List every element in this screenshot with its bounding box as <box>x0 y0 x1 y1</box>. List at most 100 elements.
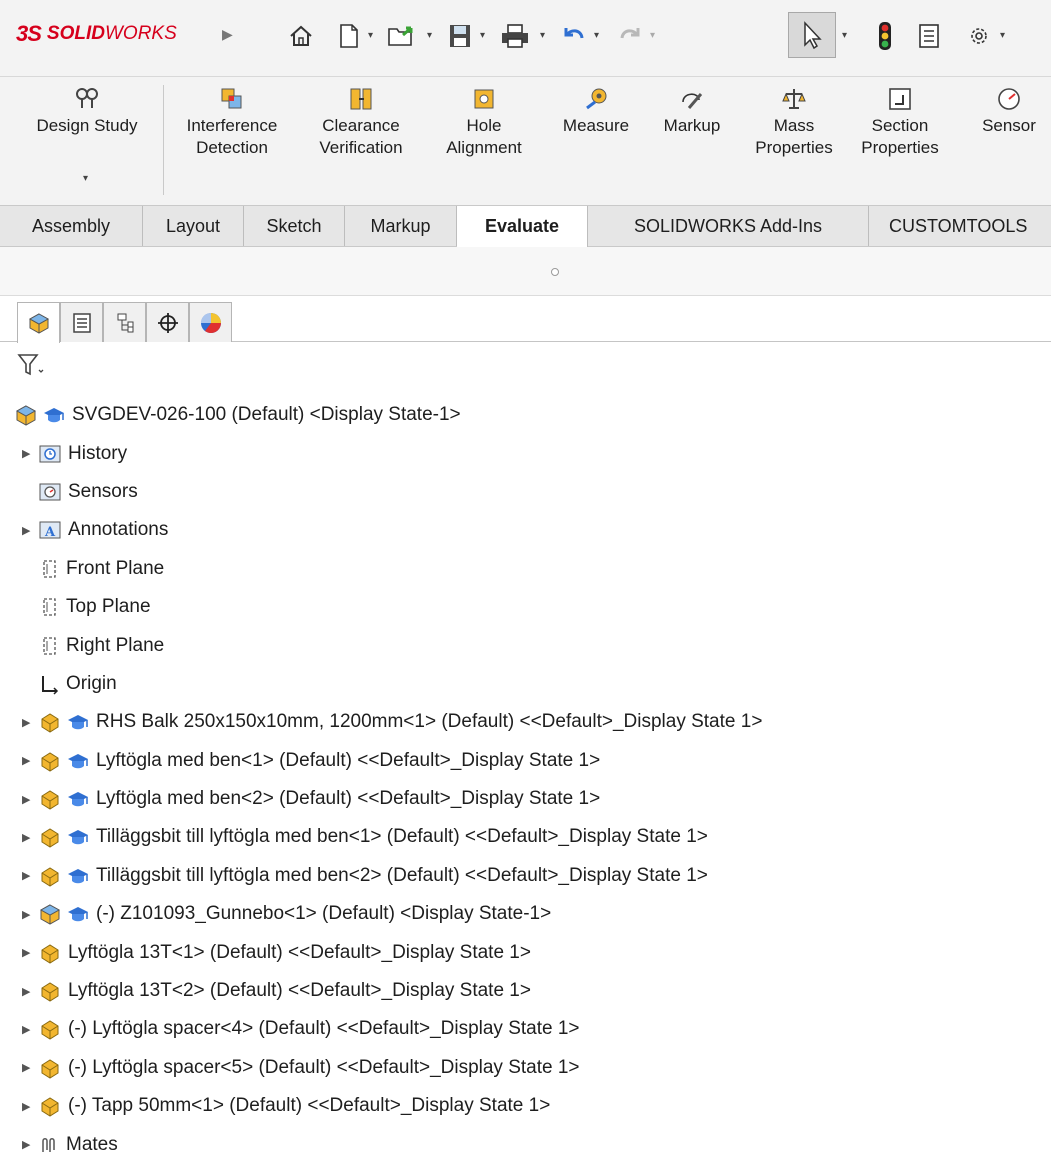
rebuild-traffic-light-icon[interactable] <box>874 16 896 56</box>
tree-item-sensors[interactable]: Sensors <box>0 473 1051 511</box>
splitter-handle-icon[interactable] <box>551 268 559 276</box>
markup-pen-icon <box>646 83 738 115</box>
dimxpertmanager-tab[interactable] <box>146 302 189 342</box>
displaymanager-tab[interactable] <box>189 302 232 342</box>
expand-arrow-icon[interactable]: ▶ <box>22 908 34 921</box>
new-dropdown-icon[interactable]: ▾ <box>368 30 373 41</box>
tree-item-component[interactable]: ▶ Lyftögla 13T<1> (Default) <<Default>_D… <box>0 933 1051 971</box>
hole-label-2: Alignment <box>446 138 522 157</box>
tree-item-front-plane[interactable]: Front Plane <box>0 550 1051 588</box>
tab-markup[interactable]: Markup <box>345 206 457 246</box>
mass-label-2: Properties <box>755 138 833 157</box>
mass-properties-button[interactable]: Mass Properties <box>746 83 842 159</box>
open-folder-icon[interactable] <box>385 16 421 56</box>
design-study-dropdown-icon[interactable]: ▾ <box>83 173 88 184</box>
clearance-verification-button[interactable]: Clearance Verification <box>302 83 420 159</box>
home-icon[interactable] <box>284 16 318 56</box>
expand-arrow-icon[interactable]: ▶ <box>22 1138 34 1151</box>
sensor-button[interactable]: Sensor <box>968 83 1050 137</box>
tree-item-component[interactable]: ▶ (-) Lyftögla spacer<5> (Default) <<Def… <box>0 1049 1051 1087</box>
sensor-gauge-icon <box>968 83 1050 115</box>
expand-arrow-icon[interactable]: ▶ <box>22 831 34 844</box>
expand-arrow-icon[interactable]: ▶ <box>22 1100 34 1113</box>
tree-item-component[interactable]: ▶ RHS Balk 250x150x10mm, 1200mm<1> (Defa… <box>0 703 1051 741</box>
tree-item-mates[interactable]: ▶ Mates <box>0 1125 1051 1163</box>
tree-root-assembly[interactable]: SVGDEV-026-100 (Default) <Display State-… <box>0 396 1051 434</box>
tree-item-label: Sensors <box>68 480 138 502</box>
tab-assembly[interactable]: Assembly <box>0 206 143 246</box>
plane-icon <box>38 635 60 657</box>
save-icon[interactable] <box>444 16 476 56</box>
tree-item-component[interactable]: ▶ Lyftögla 13T<2> (Default) <<Default>_D… <box>0 972 1051 1010</box>
hole-alignment-button[interactable]: Hole Alignment <box>428 83 540 159</box>
subassembly-icon <box>38 903 62 925</box>
expand-arrow-icon[interactable]: ▶ <box>22 869 34 882</box>
tree-item-annotations[interactable]: ▶ A Annotations <box>0 511 1051 549</box>
top-toolbar: 3S SOLID WORKS ▶ ▾ ▾ ▾ ▾ ▾ ▾ ▾ ▾ <box>0 0 1051 77</box>
redo-icon[interactable] <box>614 16 646 56</box>
tree-item-label: Right Plane <box>66 634 165 656</box>
tree-item-history[interactable]: ▶ History <box>0 434 1051 472</box>
expand-arrow-icon[interactable]: ▶ <box>22 447 34 460</box>
tree-item-label: Top Plane <box>66 596 151 618</box>
tree-item-component[interactable]: ▶ (-) Tapp 50mm<1> (Default) <<Default>_… <box>0 1087 1051 1125</box>
expand-arrow-icon[interactable]: ▶ <box>22 985 34 998</box>
tree-item-component[interactable]: ▶ Lyftögla med ben<2> (Default) <<Defaul… <box>0 780 1051 818</box>
sensors-folder-icon <box>38 482 62 502</box>
markup-button[interactable]: Markup <box>646 83 738 137</box>
tab-layout[interactable]: Layout <box>143 206 244 246</box>
redo-dropdown-icon[interactable]: ▾ <box>650 30 655 41</box>
select-button[interactable] <box>788 12 836 58</box>
save-dropdown-icon[interactable]: ▾ <box>480 30 485 41</box>
configurationmanager-tab[interactable] <box>103 302 146 342</box>
tree-item-top-plane[interactable]: Top Plane <box>0 588 1051 626</box>
solidworks-logo[interactable]: 3S SOLID WORKS <box>16 20 177 48</box>
print-dropdown-icon[interactable]: ▾ <box>540 30 545 41</box>
tree-item-component[interactable]: ▶ Tilläggsbit till lyftögla med ben<2> (… <box>0 857 1051 895</box>
measure-button[interactable]: Measure <box>549 83 643 137</box>
crosshair-icon <box>157 312 178 333</box>
tree-item-component[interactable]: ▶ Lyftögla med ben<1> (Default) <<Defaul… <box>0 742 1051 780</box>
tree-item-right-plane[interactable]: Right Plane <box>0 626 1051 664</box>
graduation-cap-icon <box>66 866 90 886</box>
undo-dropdown-icon[interactable]: ▾ <box>594 30 599 41</box>
tree-filter-button[interactable] <box>17 352 45 383</box>
expand-arrow-icon[interactable]: ▶ <box>22 716 34 729</box>
menu-expand-arrow-icon[interactable]: ▶ <box>222 26 233 43</box>
undo-icon[interactable] <box>558 16 590 56</box>
tab-solidworks-add-ins[interactable]: SOLIDWORKS Add-Ins <box>588 206 869 246</box>
tree-item-component[interactable]: ▶ (-) Lyftögla spacer<4> (Default) <<Def… <box>0 1010 1051 1048</box>
select-dropdown-icon[interactable]: ▾ <box>842 30 847 41</box>
tree-item-component[interactable]: ▶ Tilläggsbit till lyftögla med ben<1> (… <box>0 818 1051 856</box>
new-document-icon[interactable] <box>334 16 364 56</box>
expand-arrow-icon[interactable]: ▶ <box>22 946 34 959</box>
tree-item-label: Lyftögla 13T<2> (Default) <<Default>_Dis… <box>68 980 531 1002</box>
tree-item-label: (-) Z101093_Gunnebo<1> (Default) <Displa… <box>96 903 552 925</box>
options-gear-icon[interactable] <box>965 16 993 56</box>
tab-customtools[interactable]: CUSTOMTOOLS <box>869 206 1051 246</box>
cursor-arrow-icon <box>804 21 822 50</box>
design-study-button[interactable]: Design Study <box>18 83 156 137</box>
print-icon[interactable] <box>497 16 533 56</box>
logo-ds: 3S <box>16 21 42 46</box>
expand-arrow-icon[interactable]: ▶ <box>22 1023 34 1036</box>
featuremanager-tab[interactable] <box>17 302 60 343</box>
part-icon <box>38 1095 62 1117</box>
design-study-label: Design Study <box>36 116 138 135</box>
tree-item-origin[interactable]: Origin <box>0 665 1051 703</box>
expand-arrow-icon[interactable]: ▶ <box>22 754 34 767</box>
file-properties-icon[interactable] <box>916 16 942 56</box>
panel-splitter[interactable] <box>0 247 1051 296</box>
options-dropdown-icon[interactable]: ▾ <box>1000 30 1005 41</box>
open-dropdown-icon[interactable]: ▾ <box>427 30 432 41</box>
tab-sketch[interactable]: Sketch <box>244 206 345 246</box>
tree-item-subassembly[interactable]: ▶ (-) Z101093_Gunnebo<1> (Default) <Disp… <box>0 895 1051 933</box>
section-properties-button[interactable]: Section Properties <box>850 83 950 159</box>
propertymanager-tab[interactable] <box>60 302 103 342</box>
tab-evaluate[interactable]: Evaluate <box>457 206 588 247</box>
expand-arrow-icon[interactable]: ▶ <box>22 1061 34 1074</box>
expand-arrow-icon[interactable]: ▶ <box>22 524 34 537</box>
tree-item-label: Lyftögla med ben<1> (Default) <<Default>… <box>96 749 601 771</box>
expand-arrow-icon[interactable]: ▶ <box>22 793 34 806</box>
interference-detection-button[interactable]: Interference Detection <box>172 83 292 159</box>
